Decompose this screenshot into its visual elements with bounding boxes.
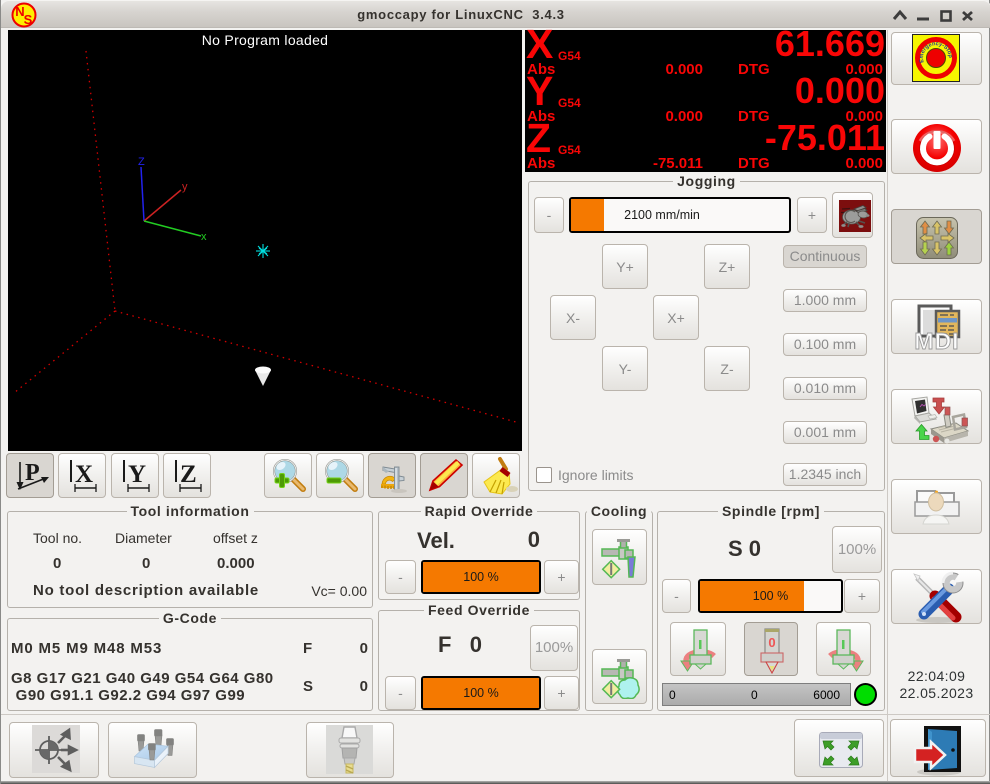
svg-text:0: 0 (768, 635, 775, 650)
svg-text:X: X (75, 461, 93, 488)
svg-text:Z: Z (180, 461, 197, 488)
svg-text:y: y (182, 181, 188, 193)
svg-text:Z: Z (138, 156, 145, 168)
svg-text:MDI: MDI (914, 328, 959, 354)
svg-text:Y: Y (128, 461, 146, 488)
svg-text:x: x (201, 231, 207, 243)
